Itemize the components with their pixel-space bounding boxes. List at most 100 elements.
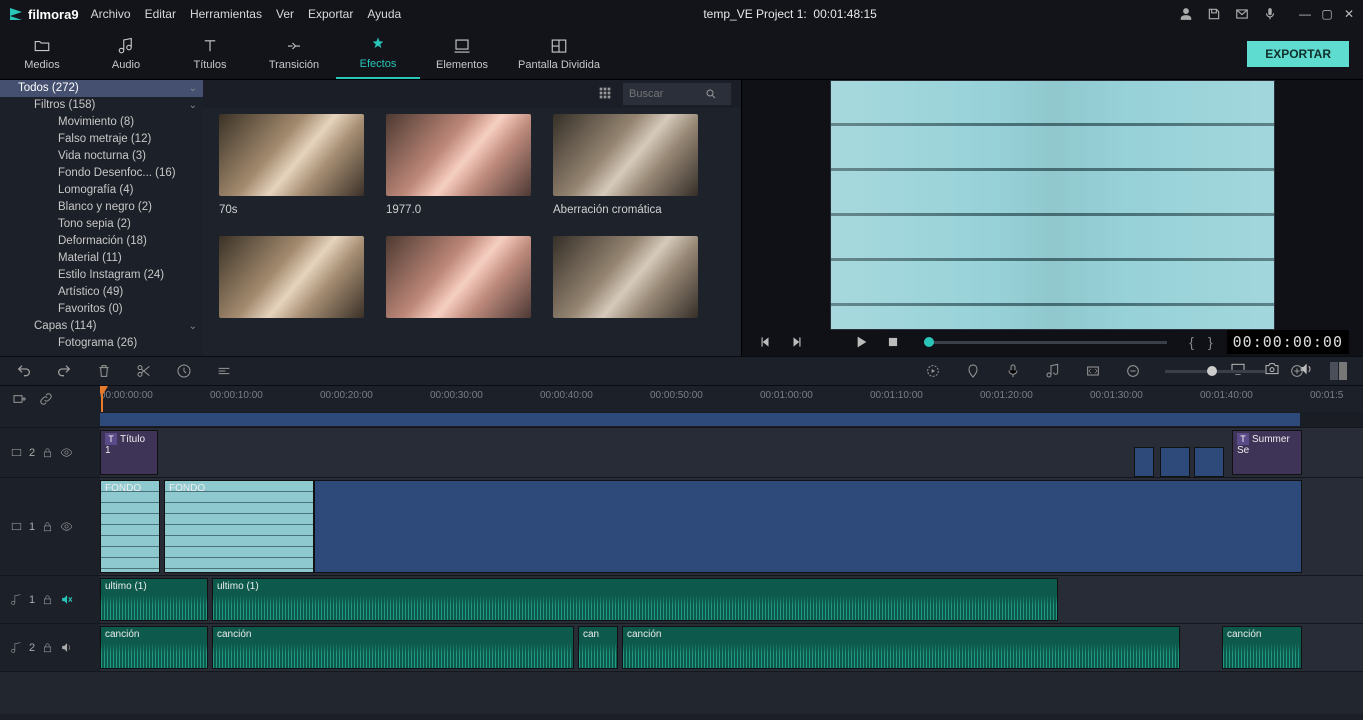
track-head[interactable]: 1 bbox=[0, 576, 100, 623]
link-button[interactable] bbox=[38, 391, 54, 407]
close-button[interactable]: ✕ bbox=[1343, 7, 1355, 21]
track-lane[interactable]: FONDOFONDO bbox=[100, 478, 1363, 575]
timeline-clip[interactable]: FONDO bbox=[100, 480, 160, 573]
search-box[interactable] bbox=[623, 83, 731, 105]
tab-transicion[interactable]: Transición bbox=[252, 28, 336, 79]
track-lane[interactable]: TTítulo 1 TSummer Se bbox=[100, 428, 1363, 477]
sidebar-item[interactable]: Material (11) bbox=[0, 250, 203, 267]
redo-button[interactable] bbox=[56, 363, 72, 379]
snapshot-icon[interactable] bbox=[1263, 360, 1281, 378]
track-size-toggle[interactable] bbox=[1329, 362, 1347, 380]
tab-medios[interactable]: Medios bbox=[0, 28, 84, 79]
track-head[interactable]: 2 bbox=[0, 428, 100, 477]
sidebar-item[interactable]: Estilo Instagram (24) bbox=[0, 267, 203, 284]
lock-icon[interactable] bbox=[41, 641, 54, 654]
mark-out-button[interactable]: } bbox=[1208, 334, 1213, 350]
menu-ayuda[interactable]: Ayuda bbox=[367, 7, 401, 21]
effect-thumb[interactable]: 1977.0 bbox=[386, 114, 531, 216]
play-button[interactable] bbox=[852, 333, 870, 351]
maximize-button[interactable]: ▢ bbox=[1321, 7, 1333, 21]
sidebar-item[interactable]: Fotograma (26) bbox=[0, 335, 203, 352]
timeline-ruler[interactable]: 00:00:00:0000:00:10:0000:00:20:0000:00:3… bbox=[100, 386, 1363, 412]
sidebar-item[interactable]: Blanco y negro (2) bbox=[0, 199, 203, 216]
sidebar-item[interactable]: Todos (272)⌄ bbox=[0, 80, 203, 97]
minimize-button[interactable]: — bbox=[1299, 7, 1311, 21]
track-lane[interactable]: ultimo (1)ultimo (1) bbox=[100, 576, 1363, 623]
fit-button[interactable] bbox=[1085, 363, 1101, 379]
render-button[interactable] bbox=[925, 363, 941, 379]
account-icon[interactable] bbox=[1179, 7, 1193, 21]
timeline-clip[interactable]: canción bbox=[100, 626, 208, 669]
sidebar-item[interactable]: Artístico (49) bbox=[0, 284, 203, 301]
effect-thumb[interactable] bbox=[219, 236, 364, 326]
timeline-clip[interactable] bbox=[1134, 447, 1154, 477]
tab-titulos[interactable]: Títulos bbox=[168, 28, 252, 79]
timeline-clip[interactable]: FONDO bbox=[164, 480, 314, 573]
timeline-clip[interactable]: TTítulo 1 bbox=[100, 430, 158, 475]
tab-pantalla-dividida[interactable]: Pantalla Dividida bbox=[504, 28, 614, 79]
effect-thumb[interactable] bbox=[386, 236, 531, 326]
save-icon[interactable] bbox=[1207, 7, 1221, 21]
prev-frame-button[interactable] bbox=[756, 333, 774, 351]
split-button[interactable] bbox=[136, 363, 152, 379]
undo-button[interactable] bbox=[16, 363, 32, 379]
search-input[interactable] bbox=[629, 88, 699, 100]
track-head[interactable]: 1 bbox=[0, 478, 100, 575]
speaker-icon[interactable] bbox=[60, 641, 73, 654]
sidebar-item[interactable]: Lomografía (4) bbox=[0, 182, 203, 199]
effect-thumb[interactable] bbox=[553, 236, 698, 326]
mixer-button[interactable] bbox=[1045, 363, 1061, 379]
sidebar-item[interactable]: Filtros (158)⌄ bbox=[0, 97, 203, 114]
track-head[interactable]: 2 bbox=[0, 624, 100, 671]
timeline-clip[interactable] bbox=[1160, 447, 1190, 477]
mute-icon[interactable] bbox=[60, 593, 73, 606]
overview-lane[interactable] bbox=[100, 412, 1363, 427]
next-frame-button[interactable] bbox=[788, 333, 806, 351]
sidebar-item[interactable]: Fondo Desenfoc... (16) bbox=[0, 165, 203, 182]
mail-icon[interactable] bbox=[1235, 7, 1249, 21]
effect-thumb[interactable]: 70s bbox=[219, 114, 364, 216]
search-icon[interactable] bbox=[705, 88, 717, 100]
zoom-out-button[interactable] bbox=[1125, 363, 1141, 379]
tab-efectos[interactable]: Efectos bbox=[336, 28, 420, 79]
speed-button[interactable] bbox=[176, 363, 192, 379]
crop-button[interactable] bbox=[216, 363, 232, 379]
timeline-clip[interactable]: ultimo (1) bbox=[100, 578, 208, 621]
timeline-clip[interactable]: canción bbox=[622, 626, 1180, 669]
timeline-clip[interactable]: TSummer Se bbox=[1232, 430, 1302, 475]
timeline-clip[interactable]: canción bbox=[1222, 626, 1302, 669]
effect-thumb[interactable]: Aberración cromática bbox=[553, 114, 698, 216]
timeline-clip[interactable] bbox=[314, 480, 1302, 573]
tab-audio[interactable]: Audio bbox=[84, 28, 168, 79]
preview-canvas[interactable] bbox=[742, 80, 1363, 330]
track-lane[interactable]: cancióncancióncancancióncanción bbox=[100, 624, 1363, 671]
record-vo-button[interactable] bbox=[1005, 363, 1021, 379]
lock-icon[interactable] bbox=[41, 520, 54, 533]
stop-button[interactable] bbox=[884, 333, 902, 351]
sidebar-item[interactable]: Capas (114)⌄ bbox=[0, 318, 203, 335]
add-track-button[interactable] bbox=[12, 391, 28, 407]
zoom-slider[interactable] bbox=[1165, 370, 1265, 373]
sidebar-item[interactable]: Movimiento (8) bbox=[0, 114, 203, 131]
tab-elementos[interactable]: Elementos bbox=[420, 28, 504, 79]
lock-icon[interactable] bbox=[41, 593, 54, 606]
timeline-clip[interactable]: ultimo (1) bbox=[212, 578, 1058, 621]
menu-editar[interactable]: Editar bbox=[145, 7, 176, 21]
timeline-clip[interactable]: canción bbox=[212, 626, 574, 669]
playhead[interactable] bbox=[101, 386, 103, 412]
sidebar-item[interactable]: Deformación (18) bbox=[0, 233, 203, 250]
eye-icon[interactable] bbox=[60, 520, 73, 533]
grid-view-icon[interactable] bbox=[597, 85, 613, 104]
marker-button[interactable] bbox=[965, 363, 981, 379]
sidebar-item[interactable]: Vida nocturna (3) bbox=[0, 148, 203, 165]
timeline-clip[interactable] bbox=[1194, 447, 1224, 477]
menu-exportar[interactable]: Exportar bbox=[308, 7, 353, 21]
zoom-in-button[interactable] bbox=[1289, 363, 1305, 379]
delete-button[interactable] bbox=[96, 363, 112, 379]
sidebar-item[interactable]: Falso metraje (12) bbox=[0, 131, 203, 148]
sidebar-item[interactable]: Favoritos (0) bbox=[0, 301, 203, 318]
preview-scrubber[interactable] bbox=[924, 341, 1167, 344]
menu-archivo[interactable]: Archivo bbox=[91, 7, 131, 21]
menu-herramientas[interactable]: Herramientas bbox=[190, 7, 262, 21]
timeline-clip[interactable]: can bbox=[578, 626, 618, 669]
